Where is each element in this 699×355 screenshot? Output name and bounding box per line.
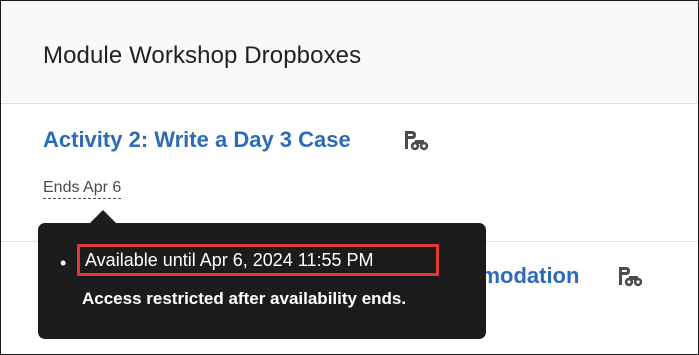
binoculars-icon [617, 265, 643, 289]
dropbox-panel: Module Workshop Dropboxes Activity 2: Wr… [0, 0, 699, 355]
availability-text: Available until Apr 6, 2024 11:55 PM [85, 250, 374, 270]
ends-date-label[interactable]: Ends Apr 6 [43, 179, 122, 199]
availability-tooltip [38, 223, 486, 339]
availability-highlight-box: Available until Apr 6, 2024 11:55 PM [77, 244, 439, 276]
panel-header: Module Workshop Dropboxes [1, 1, 698, 104]
activity-2-link[interactable]: Activity 2: Write a Day 3 Case [43, 127, 351, 153]
binoculars-icon [403, 129, 429, 153]
panel-title: Module Workshop Dropboxes [43, 42, 362, 69]
tooltip-arrow [89, 210, 117, 224]
restriction-text: Access restricted after availability end… [82, 289, 407, 308]
tooltip-bullet: • [60, 253, 67, 273]
